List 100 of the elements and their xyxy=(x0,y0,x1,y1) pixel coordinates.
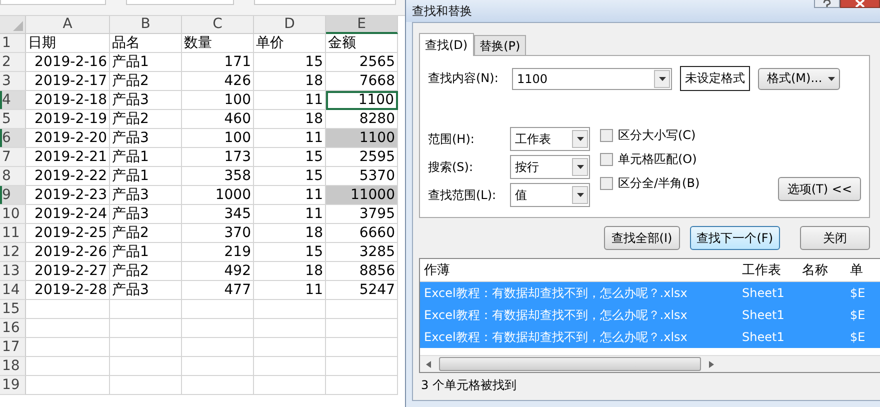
row-header[interactable]: 12 xyxy=(0,243,26,262)
table-cell: 15 xyxy=(254,53,326,72)
table-cell: 11 xyxy=(254,281,326,300)
table-cell: 2019-2-28 xyxy=(26,281,110,300)
table-cell: 5247 xyxy=(326,281,398,300)
table-cell: 2019-2-25 xyxy=(26,224,110,243)
result-cell-text: Excel教程：有数据却查找不到，怎么办呢？.xlsx xyxy=(423,284,688,302)
result-cell-text: Sheet1 xyxy=(741,308,786,322)
row-header[interactable]: 1 xyxy=(0,34,26,53)
results-column-header[interactable]: 单 xyxy=(846,261,876,279)
row-header[interactable]: 10 xyxy=(0,205,26,224)
table-cell: 产品3 xyxy=(110,205,182,224)
row-header[interactable]: 3 xyxy=(0,72,26,91)
table-cell: 产品3 xyxy=(110,281,182,300)
dropdown-field[interactable]: 值 xyxy=(510,183,590,207)
row-header[interactable]: 2 xyxy=(0,53,26,72)
checkbox-option[interactable]: 区分全/半角(B) xyxy=(600,175,700,192)
row-header[interactable]: 15 xyxy=(0,300,26,319)
table-cell: 15 xyxy=(254,148,326,167)
options-button[interactable]: 选项(T) << xyxy=(778,177,861,201)
table-cell: 219 xyxy=(182,243,254,262)
column-header[interactable]: C xyxy=(182,16,254,34)
dialog-tab[interactable]: 替换(P) xyxy=(474,35,526,55)
column-header[interactable]: A xyxy=(26,16,110,34)
table-cell: 492 xyxy=(182,262,254,281)
results-column-header[interactable]: 工作表 xyxy=(738,261,798,279)
table-cell: 2019-2-21 xyxy=(26,148,110,167)
table-cell: 8856 xyxy=(326,262,398,281)
row-header[interactable]: 9 xyxy=(0,186,26,205)
dropdown-field[interactable]: 按行 xyxy=(510,155,590,179)
window-title: 查找和替换 xyxy=(412,2,472,20)
checkbox-option[interactable]: 区分大小写(C) xyxy=(600,127,700,144)
table-cell: 1100 xyxy=(326,129,398,148)
table-cell: 产品1 xyxy=(110,167,182,186)
table-cell: 18 xyxy=(254,72,326,91)
table-cell: 173 xyxy=(182,148,254,167)
table-cell: 11 xyxy=(254,91,326,110)
table-cell: 100 xyxy=(182,129,254,148)
table-cell: 日期 xyxy=(26,34,110,53)
option-label: 查找范围(L): xyxy=(428,186,498,204)
row-header[interactable]: 13 xyxy=(0,262,26,281)
option-label: 范围(H): xyxy=(428,130,476,148)
find-what-field[interactable]: 1100 xyxy=(512,68,672,90)
find-what-label: 查找内容(N): xyxy=(428,70,500,87)
checkbox-option[interactable]: 单元格匹配(O) xyxy=(600,151,700,168)
result-cell-text: $E xyxy=(849,286,866,300)
column-header[interactable]: E xyxy=(326,16,398,34)
dialog-button[interactable]: 查找下一个(F) xyxy=(690,226,780,250)
row-header[interactable]: 16 xyxy=(0,319,26,338)
dialog-button[interactable]: 关闭 xyxy=(800,226,870,250)
row-header[interactable]: 19 xyxy=(0,376,26,395)
result-cell-text: $E xyxy=(849,308,866,322)
table-cell: 2019-2-20 xyxy=(26,129,110,148)
table-cell: 426 xyxy=(182,72,254,91)
row-header[interactable]: 18 xyxy=(0,357,26,376)
table-cell: 460 xyxy=(182,110,254,129)
option-label: 搜索(S): xyxy=(428,158,474,176)
table-cell: 3285 xyxy=(326,243,398,262)
dropdown-field[interactable]: 工作表 xyxy=(510,127,590,151)
results-column-header[interactable]: 名称 xyxy=(798,261,846,279)
table-cell: 1100 xyxy=(326,91,398,110)
table-cell: 产品2 xyxy=(110,72,182,91)
row-header[interactable]: 8 xyxy=(0,167,26,186)
table-cell: 2019-2-19 xyxy=(26,110,110,129)
row-header[interactable]: 17 xyxy=(0,338,26,357)
table-cell: 2019-2-18 xyxy=(26,91,110,110)
table-cell: 2565 xyxy=(326,53,398,72)
result-cell-text: Excel教程：有数据却查找不到，怎么办呢？.xlsx xyxy=(423,306,688,324)
table-cell: 171 xyxy=(182,53,254,72)
table-cell: 6660 xyxy=(326,224,398,243)
table-cell: 2019-2-22 xyxy=(26,167,110,186)
row-header[interactable]: 5 xyxy=(0,110,26,129)
table-cell: 100 xyxy=(182,91,254,110)
results-column-header[interactable]: 作薄 xyxy=(420,261,738,279)
row-header[interactable]: 6 xyxy=(0,129,26,148)
row-header[interactable]: 14 xyxy=(0,281,26,300)
dialog-button[interactable]: 查找全部(I) xyxy=(604,226,680,250)
column-header[interactable]: D xyxy=(254,16,326,34)
table-cell: 单价 xyxy=(254,34,326,53)
table-cell: 产品3 xyxy=(110,129,182,148)
dialog-tab[interactable]: 查找(D) xyxy=(419,33,474,56)
row-header[interactable]: 11 xyxy=(0,224,26,243)
table-cell: 2019-2-24 xyxy=(26,205,110,224)
format-button[interactable]: 格式(M)... xyxy=(758,68,840,90)
table-cell: 11000 xyxy=(326,186,398,205)
status-text: 3 个单元格被找到 xyxy=(421,378,516,392)
table-cell: 370 xyxy=(182,224,254,243)
row-header[interactable]: 4 xyxy=(0,91,26,110)
table-cell: 18 xyxy=(254,110,326,129)
row-header[interactable]: 7 xyxy=(0,148,26,167)
table-cell: 2019-2-23 xyxy=(26,186,110,205)
column-header[interactable]: B xyxy=(110,16,182,34)
table-cell: 产品3 xyxy=(110,186,182,205)
table-cell: 2019-2-16 xyxy=(26,53,110,72)
result-cell-text: Excel教程：有数据却查找不到，怎么办呢？.xlsx xyxy=(423,328,688,346)
table-cell: 2019-2-27 xyxy=(26,262,110,281)
format-preview: 未设定格式 xyxy=(680,66,750,91)
result-cell-text: Sheet1 xyxy=(741,330,786,344)
table-cell: 15 xyxy=(254,243,326,262)
table-cell: 345 xyxy=(182,205,254,224)
